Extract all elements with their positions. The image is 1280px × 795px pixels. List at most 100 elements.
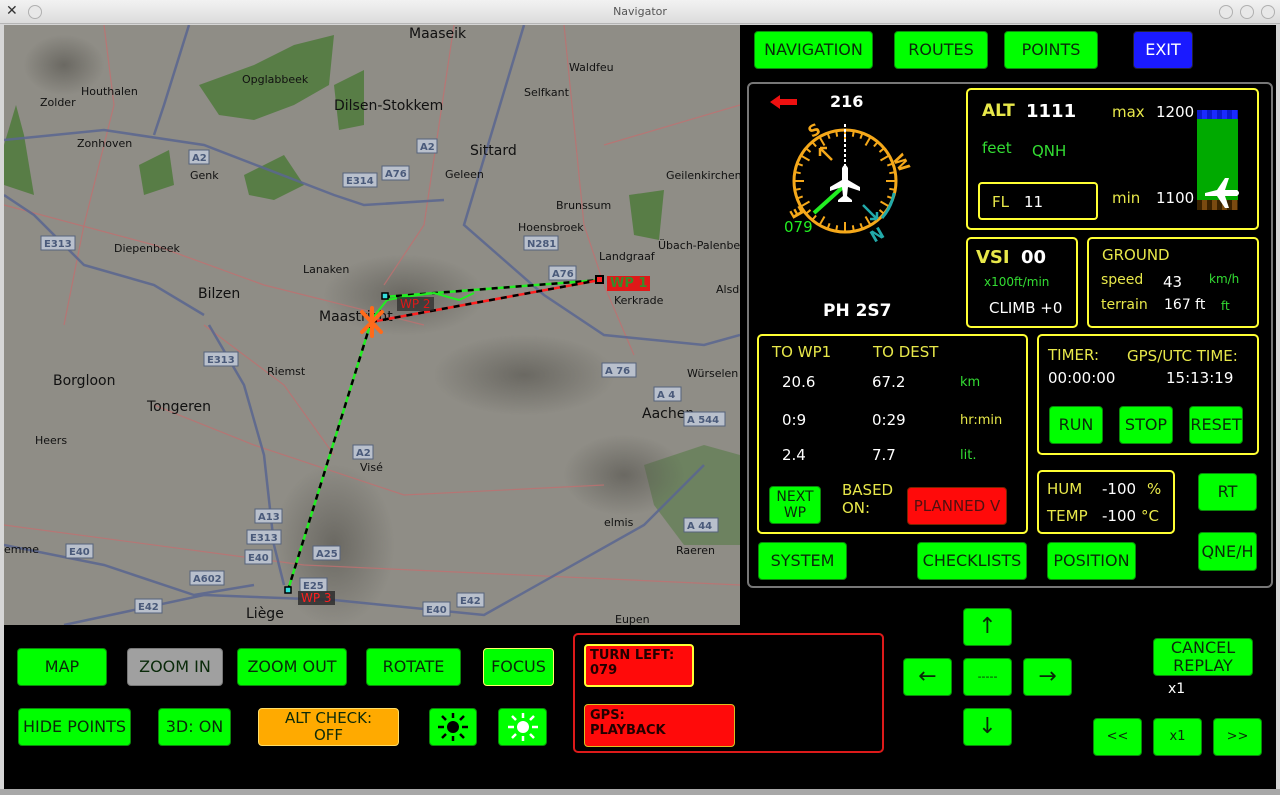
zoom-out-button[interactable]: ZOOM OUT [237, 648, 347, 686]
based-on-label: BASED ON: [842, 481, 894, 517]
brightness-down-button[interactable] [429, 708, 477, 746]
pan-right-button[interactable]: → [1023, 658, 1072, 696]
pan-down-button[interactable]: ↓ [963, 708, 1012, 746]
compass-tick [835, 130, 839, 137]
svg-text:A76: A76 [552, 269, 574, 280]
window-title: Navigator [613, 5, 667, 18]
svg-text:A2: A2 [192, 153, 207, 164]
place-label: emme [4, 543, 39, 556]
place-label: Heers [35, 434, 67, 447]
navigation-tab-button[interactable]: NAVIGATION [754, 31, 873, 69]
to-dest-header: TO DEST [873, 343, 939, 361]
next-waypoint-button[interactable]: NEXT WP [769, 486, 821, 524]
timer-reset-button[interactable]: RESET [1189, 406, 1243, 444]
svg-text:E42: E42 [138, 602, 159, 613]
replay-speed-button[interactable]: x1 [1153, 718, 1202, 756]
bearing-readout: 079 [784, 218, 813, 236]
place-label: Geilenkirchen [666, 169, 740, 182]
qne-qnh-button[interactable]: QNE/H [1198, 532, 1257, 571]
waypoint-2-marker[interactable] [381, 292, 389, 300]
brightness-up-button[interactable] [498, 708, 547, 746]
gps-alert-value: PLAYBACK [590, 723, 666, 738]
rt-button[interactable]: RT [1198, 473, 1257, 511]
place-label: Würselen [687, 367, 738, 380]
svg-text:A13: A13 [258, 512, 280, 523]
sun-dark-icon [438, 713, 468, 741]
rotate-button[interactable]: ROTATE [366, 648, 461, 686]
compass-tick [835, 225, 839, 232]
heading-readout: 216 [830, 92, 864, 111]
altitude-panel: ALT 1111 feet QNH max 1200 min 1100 FL 1… [966, 88, 1259, 230]
speed-value: 43 [1163, 273, 1183, 291]
place-label: Selfkant [524, 86, 570, 99]
temp-unit: °C [1141, 507, 1159, 525]
altitude-bar-max-band [1197, 110, 1238, 119]
waypoint-1-marker[interactable] [595, 275, 604, 284]
altitude-aircraft-icon [1205, 178, 1239, 208]
road-shield: A13 [254, 508, 283, 524]
place-label: Visé [360, 461, 383, 474]
dest-distance: 67.2 [872, 373, 906, 391]
close-button[interactable] [1261, 5, 1275, 19]
replay-fast-forward-button[interactable]: >> [1213, 718, 1262, 756]
alt-check-button[interactable]: ALT CHECK: OFF [258, 708, 399, 746]
waypoint-3-label: WP 3 [298, 591, 335, 605]
waypoint-3-marker[interactable] [284, 586, 292, 594]
ground-title: GROUND [1102, 246, 1170, 264]
compass-tick [851, 130, 855, 137]
timer-run-button[interactable]: RUN [1049, 406, 1103, 444]
fl-value: 11 [1024, 193, 1044, 211]
exit-button[interactable]: EXIT [1133, 31, 1193, 69]
ground-panel: GROUND speed 43 km/h terrain 167 ft ft [1087, 237, 1259, 328]
fl-label: FL [992, 193, 1009, 211]
maximize-button[interactable] [1240, 5, 1254, 19]
place-label: Eupen [615, 613, 650, 625]
svg-text:E40: E40 [248, 553, 269, 564]
fuel-unit: lit. [960, 448, 977, 463]
hide-points-button[interactable]: HIDE POINTS [18, 708, 131, 746]
svg-text:E313: E313 [250, 533, 278, 544]
compass-tick [800, 154, 810, 162]
minimize-button[interactable] [1219, 5, 1233, 19]
humidity-label: HUM [1047, 480, 1083, 498]
waypoint-2-label: WP 2 [397, 297, 434, 311]
replay-rewind-button[interactable]: << [1093, 718, 1142, 756]
map-view[interactable]: Maaseik Waldfeu Houthalen Opglabbeek Dilsen-… [4, 25, 740, 625]
place-label: Zonhoven [77, 137, 132, 150]
place-label: Dilsen-Stokkem [334, 98, 443, 114]
planned-velocity-button[interactable]: PLANNED V [907, 487, 1007, 525]
temp-label: TEMP [1047, 507, 1088, 525]
focus-button[interactable]: FOCUS [483, 648, 554, 686]
vsi-unit: x100ft/min [984, 275, 1050, 289]
road-shield: A76 [548, 265, 577, 281]
compass-tick [878, 209, 885, 215]
to-wp1-header: TO WP1 [772, 343, 832, 361]
3d-toggle-button[interactable]: 3D: ON [158, 708, 231, 746]
routes-tab-button[interactable]: ROUTES [894, 31, 988, 69]
distance-unit: km [960, 375, 981, 390]
road-shield: A2 [188, 149, 210, 165]
zoom-in-button[interactable]: ZOOM IN [127, 648, 223, 686]
pan-left-button[interactable]: ← [903, 658, 952, 696]
points-tab-button[interactable]: POINTS [1004, 31, 1098, 69]
map-button[interactable]: MAP [17, 648, 107, 686]
place-label: Alsdo [716, 283, 740, 296]
humidity-unit: % [1147, 480, 1162, 498]
wp1-time: 0:9 [782, 411, 807, 429]
timer-stop-button[interactable]: STOP [1119, 406, 1173, 444]
svg-text:E40: E40 [426, 605, 447, 616]
cancel-replay-button[interactable]: CANCEL REPLAY [1153, 638, 1253, 676]
pan-up-button[interactable]: ↑ [963, 608, 1012, 646]
waypoint-1-label: WP 1 [607, 276, 651, 291]
vsi-label: VSI [976, 247, 1010, 268]
pan-center-button[interactable]: ----- [963, 658, 1012, 696]
alt-min-label: min [1112, 189, 1141, 207]
time-unit: hr:min [960, 413, 1003, 428]
timer-panel: TIMER: 00:00:00 GPS/UTC TIME: 15:13:19 R… [1037, 334, 1259, 455]
checklists-button[interactable]: CHECKLISTS [917, 542, 1027, 580]
compass-tick [805, 147, 812, 153]
road-shield: E313 [246, 529, 282, 545]
alt-max-label: max [1112, 103, 1145, 121]
system-button[interactable]: SYSTEM [758, 542, 847, 580]
position-button[interactable]: POSITION [1047, 542, 1136, 580]
